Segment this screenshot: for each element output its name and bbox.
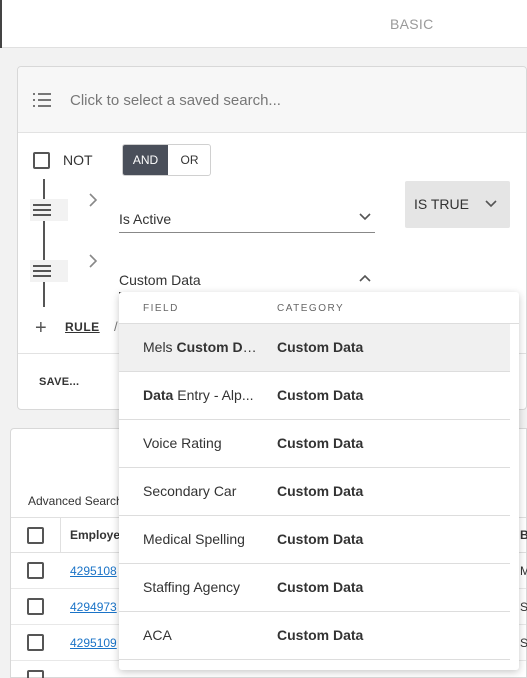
cell: S (520, 636, 527, 650)
column-header-employee[interactable]: Employe (70, 528, 120, 542)
row-checkbox[interactable] (27, 562, 44, 579)
drag-handle-icon[interactable] (33, 204, 51, 216)
not-checkbox[interactable] (33, 152, 50, 169)
option-field-name: Data Entry - Alp... (143, 387, 261, 403)
option-field-name: Secondary Car (143, 483, 261, 499)
employee-id-link[interactable]: 4295109 (70, 636, 117, 650)
rule-field-select-open[interactable]: Custom Data (119, 266, 375, 294)
cell: S (520, 600, 527, 614)
chevron-down-icon (485, 200, 497, 208)
option-category: Custom Data (277, 387, 364, 403)
drag-handle-icon[interactable] (33, 265, 51, 277)
option-field-name: Mels Custom Da... (143, 339, 261, 355)
option-field-name: Staffing Agency (143, 579, 261, 595)
employee-id-link[interactable]: 4294973 (70, 600, 117, 614)
chevron-right-icon[interactable] (88, 254, 98, 268)
dropdown-option[interactable]: Medical Spelling Custom Data (119, 516, 510, 564)
chevron-up-icon (359, 274, 371, 282)
field-text: Mels (143, 339, 177, 355)
dropdown-option[interactable]: Mels Custom Da... Custom Data (119, 324, 510, 372)
dropdown-option[interactable]: Staffing Agency Custom Data (119, 564, 510, 612)
option-category: Custom Data (277, 579, 364, 595)
option-field-name: ACA (143, 627, 261, 643)
not-label: NOT (63, 152, 93, 168)
plus-icon[interactable]: + (35, 318, 47, 338)
option-category: Custom Data (277, 483, 364, 499)
option-category: Custom Data (277, 627, 364, 643)
option-category: Custom Data (277, 339, 364, 355)
and-or-toggle: AND OR (122, 144, 211, 176)
field-text: ACA (143, 627, 172, 643)
dropdown-option[interactable]: Secondary Car Custom Data (119, 468, 510, 516)
column-divider (60, 518, 61, 552)
chevron-right-icon[interactable] (88, 193, 98, 207)
save-button[interactable]: SAVE... (39, 376, 79, 388)
or-button[interactable]: OR (168, 145, 210, 175)
category-column-header: CATEGORY (277, 303, 345, 314)
top-bar: BASIC (0, 0, 527, 48)
field-match-highlight: Data (143, 387, 174, 403)
row-checkbox[interactable] (27, 634, 44, 651)
operator-value: IS TRUE (414, 196, 469, 212)
field-autocomplete-dropdown: FIELD CATEGORY Mels Custom Da... Custom D… (119, 292, 519, 670)
rule-field-select[interactable]: Is Active (119, 205, 375, 233)
dropdown-header: FIELD CATEGORY (119, 292, 519, 324)
add-rule-button[interactable]: RULE (65, 320, 100, 334)
select-all-checkbox[interactable] (27, 527, 44, 544)
saved-search-selector[interactable]: Click to select a saved search... (18, 67, 526, 133)
option-category: Custom Data (277, 435, 364, 451)
field-column-header: FIELD (143, 303, 179, 314)
row-checkbox[interactable] (27, 670, 44, 678)
tree-connector (43, 279, 45, 307)
dropdown-option[interactable]: Voice Rating Custom Data (119, 420, 510, 468)
window-edge (0, 0, 2, 48)
employee-id-link[interactable]: 4295108 (70, 564, 117, 578)
option-field-name: Medical Spelling (143, 531, 261, 547)
advanced-search-label: Advanced Search (28, 494, 123, 508)
field-text: Medical Spelling (143, 531, 245, 547)
option-category: Custom Data (277, 531, 364, 547)
field-text: Voice Rating (143, 435, 222, 451)
rule-field-value: Is Active (119, 211, 172, 227)
field-text: Secondary Car (143, 483, 237, 499)
row-checkbox[interactable] (27, 598, 44, 615)
field-text: Entry - Alp... (173, 387, 254, 403)
dropdown-option[interactable]: Data Entry - Alp... Custom Data (119, 372, 510, 420)
dropdown-option[interactable]: ACA Custom Data (119, 612, 510, 660)
chevron-down-icon (359, 213, 371, 221)
cell: M (520, 564, 527, 578)
separator: / (114, 319, 118, 334)
field-text: Staffing Agency (143, 579, 241, 595)
field-match-highlight: Custom Da... (176, 339, 261, 355)
rule-field-input[interactable]: Custom Data (119, 272, 201, 288)
list-icon (33, 93, 51, 107)
option-field-name: Voice Rating (143, 435, 261, 451)
saved-search-placeholder: Click to select a saved search... (70, 92, 281, 109)
basic-mode-tab[interactable]: BASIC (390, 16, 434, 32)
and-button[interactable]: AND (123, 145, 168, 175)
tree-connector (43, 219, 45, 261)
operator-select[interactable]: IS TRUE (405, 181, 510, 228)
column-header[interactable]: B (520, 528, 527, 542)
